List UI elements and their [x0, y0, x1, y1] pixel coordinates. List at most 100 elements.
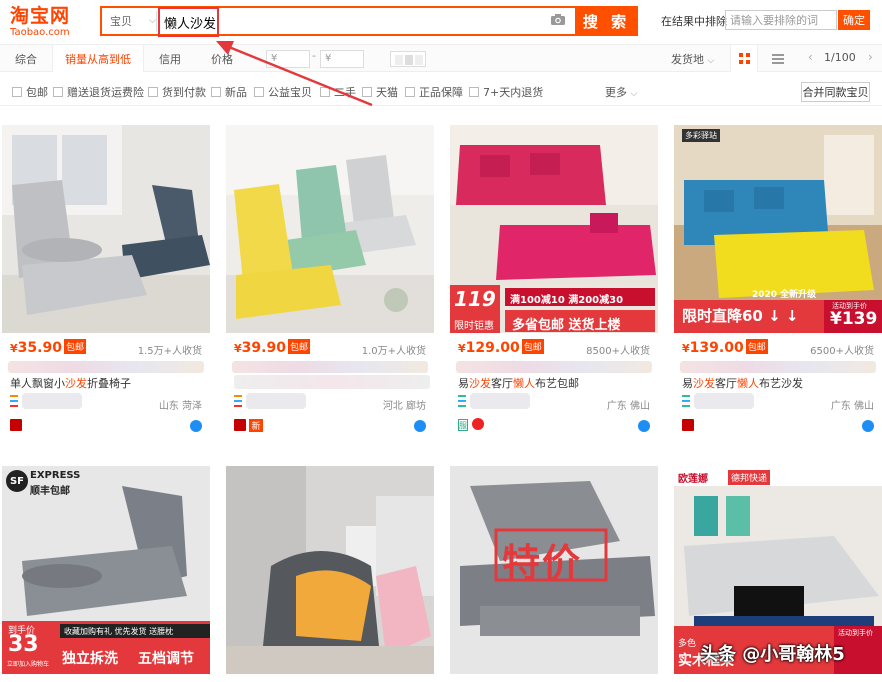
- page-indicator: 1/100: [824, 51, 856, 64]
- price: ¥39.90 包邮: [234, 339, 310, 356]
- chat-icon[interactable]: [638, 420, 650, 432]
- camera-icon[interactable]: [550, 13, 566, 26]
- watermark: 头条 @小哥翰林5: [700, 644, 845, 665]
- express-label: EXPRESS: [30, 470, 81, 481]
- grid-view-icon[interactable]: [730, 45, 758, 72]
- tmall-icon: [234, 419, 246, 431]
- free-shipping-badge: 包邮: [521, 339, 544, 354]
- origin-filter[interactable]: 发货地 ⌵: [671, 51, 714, 67]
- promo-top: 收藏加购有礼 优先发货 送腰枕: [64, 627, 174, 636]
- shop-icon: [682, 395, 690, 407]
- product-title[interactable]: 易沙发客厅懒人布艺包邮: [458, 375, 654, 391]
- shop-icon: [458, 395, 466, 407]
- sales-count: 8500+人收货: [586, 346, 650, 357]
- free-shipping-badge: 包邮: [745, 339, 768, 354]
- chevron-down-icon: ⌵: [149, 16, 156, 26]
- annotation-arrow-icon: [216, 41, 373, 107]
- title-keyword: 沙发: [469, 377, 491, 390]
- title-part: 客厅: [491, 377, 513, 390]
- filter-7day-return[interactable]: 7+天内退货: [469, 84, 543, 100]
- product-card[interactable]: 119 满100减10 满200减30 限时钜惠 多省包邮 送货上楼 ¥129.…: [450, 125, 658, 455]
- product-image[interactable]: 特价: [450, 466, 658, 674]
- sales-count: 1.5万+人收货: [137, 346, 202, 357]
- location: 河北 廊坊: [382, 401, 426, 412]
- tab-sales[interactable]: 销量从高到低: [52, 45, 144, 72]
- brand-label: 欧莲娜: [678, 474, 708, 485]
- title-keyword: 沙发: [65, 377, 87, 390]
- list-view-icon[interactable]: [764, 45, 792, 72]
- title-part: 布艺包邮: [535, 377, 579, 390]
- chevron-down-icon: ⌵: [707, 56, 715, 66]
- filter-label: 正品保障: [419, 86, 463, 99]
- image-flash: 限时直降60 ↓ ↓: [682, 307, 799, 325]
- chat-icon[interactable]: [862, 420, 874, 432]
- currency: ¥: [458, 342, 466, 355]
- title-part: 布艺沙发: [759, 377, 803, 390]
- product-title-blurred[interactable]: [234, 375, 430, 389]
- shop-name-blurred[interactable]: [246, 393, 306, 409]
- merge-same-button[interactable]: 合并同款宝贝: [801, 82, 870, 102]
- blurred-text: [8, 361, 204, 373]
- title-part: 客厅: [715, 377, 737, 390]
- tmall-icon: [682, 419, 694, 431]
- checkbox-icon: [405, 87, 415, 97]
- tab-credit[interactable]: 信用: [144, 45, 196, 72]
- sales-count: 1.0万+人收货: [361, 346, 426, 357]
- product-image[interactable]: SF EXPRESS 顺丰包邮 到手价 33 立即加入购物车 收藏加购有礼 优先…: [2, 466, 210, 674]
- service-icon: 服: [458, 419, 468, 431]
- title-keyword: 懒人: [737, 377, 759, 390]
- filter-return-insurance[interactable]: 赠送退货运费险: [53, 84, 144, 100]
- checkbox-icon: [148, 87, 158, 97]
- search-button[interactable]: 搜 索: [575, 6, 638, 36]
- query-highlight-box: [158, 7, 219, 37]
- product-card[interactable]: ¥35.90 包邮 1.5万+人收货 单人飘窗小沙发折叠椅子 山东 菏泽: [2, 125, 210, 455]
- rose-icon: [472, 418, 484, 430]
- price-value: 139.00: [689, 340, 744, 356]
- image-limited: 限时钜惠: [454, 321, 494, 332]
- product-title[interactable]: 单人飘窗小沙发折叠椅子: [10, 375, 206, 391]
- image-price: ¥139: [830, 309, 878, 329]
- checkbox-icon: [12, 87, 22, 97]
- filter-baoyou[interactable]: 包邮: [12, 84, 48, 100]
- exclude-input[interactable]: 请输入要排除的词: [725, 10, 837, 30]
- taobao-logo[interactable]: 淘宝网 Taobao.com: [10, 6, 90, 38]
- promo-b: 五档调节: [138, 651, 194, 667]
- search-box[interactable]: 宝贝 ⌵ 懒人沙发: [100, 6, 637, 37]
- shop-name-blurred[interactable]: [694, 393, 754, 409]
- chat-icon[interactable]: [190, 420, 202, 432]
- product-image[interactable]: [226, 466, 434, 674]
- chat-icon[interactable]: [414, 420, 426, 432]
- shop-name-blurred[interactable]: [470, 393, 530, 409]
- logo-en: Taobao.com: [10, 27, 70, 38]
- filter-cod[interactable]: 货到付款: [148, 84, 206, 100]
- currency: ¥: [682, 342, 690, 355]
- price-value: 129.00: [465, 340, 520, 356]
- shop-name-blurred[interactable]: [22, 393, 82, 409]
- search-scope-select[interactable]: 宝贝 ⌵: [110, 13, 156, 29]
- exclude-label: 在结果中排除: [661, 15, 727, 28]
- prev-page-icon[interactable]: ‹: [808, 50, 813, 64]
- price-value: 39.90: [241, 340, 286, 356]
- origin-label: 发货地: [671, 53, 704, 66]
- product-card[interactable]: 多彩驿站 2020 全新升级 限时直降60 ↓ ↓ 活动到手价 ¥139 ¥13…: [674, 125, 882, 455]
- more-filters[interactable]: 更多 ⌵: [605, 84, 637, 100]
- location: 广东 佛山: [830, 401, 874, 412]
- image-store-tag: 多彩驿站: [682, 129, 720, 142]
- product-image[interactable]: [226, 125, 434, 333]
- price: ¥129.00 包邮: [458, 339, 544, 356]
- product-title[interactable]: 易沙发客厅懒人布艺沙发: [682, 375, 878, 391]
- exclude-confirm-button[interactable]: 确定: [838, 10, 870, 30]
- tab-default[interactable]: 综合: [0, 45, 52, 72]
- filter-genuine[interactable]: 正品保障: [405, 84, 463, 100]
- image-promo: 满100减10 满200减30: [510, 295, 624, 306]
- next-page-icon[interactable]: ›: [868, 50, 873, 64]
- courier-label: 德邦快递: [728, 470, 771, 485]
- product-image[interactable]: [2, 125, 210, 333]
- price-note: 活动到手价: [838, 629, 873, 637]
- price-big: 33: [8, 632, 39, 657]
- color-note: 多色: [678, 639, 697, 649]
- tmall-icon: [10, 419, 22, 431]
- product-card[interactable]: ¥39.90 包邮 1.0万+人收货 河北 廊坊 新: [226, 125, 434, 455]
- search-scope-label: 宝贝: [110, 15, 132, 28]
- image-upgrade: 2020 全新升级: [752, 290, 817, 300]
